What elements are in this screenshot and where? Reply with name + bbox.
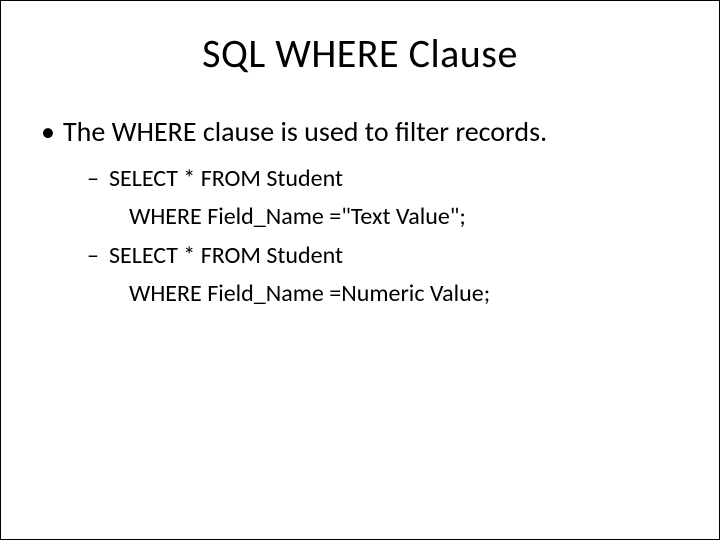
slide-title: SQL WHERE Clause: [41, 29, 679, 78]
example-1-line-2: WHERE Field_Name ="Text Value";: [41, 201, 679, 233]
bullet-main: The WHERE clause is used to filter recor…: [41, 114, 679, 149]
example-2-line-1: SELECT * FROM Student: [41, 240, 679, 272]
slide: SQL WHERE Clause The WHERE clause is use…: [0, 0, 720, 540]
example-2-line-2: WHERE Field_Name =Numeric Value;: [41, 278, 679, 310]
example-1-line-1: SELECT * FROM Student: [41, 163, 679, 195]
